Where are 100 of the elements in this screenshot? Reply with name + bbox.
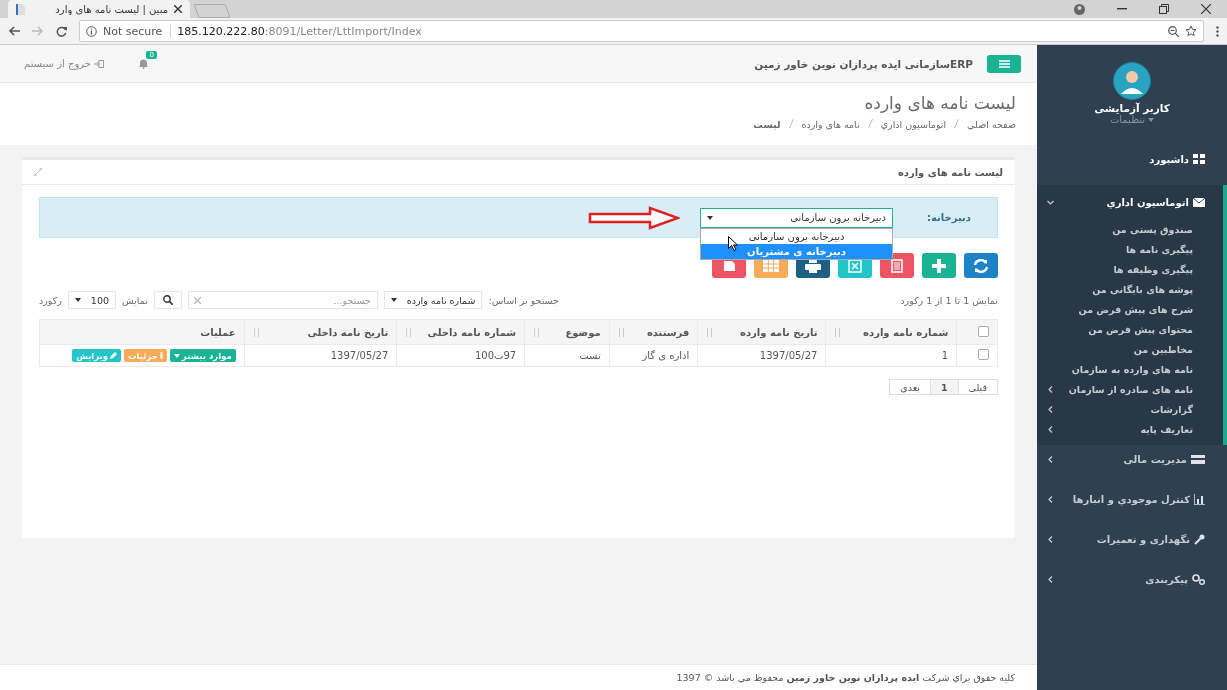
dropdown-option[interactable]: دبیرخانه برون سازمانی [701, 228, 892, 244]
plus-icon [932, 258, 946, 273]
back-icon[interactable] [8, 26, 20, 36]
reload-icon[interactable] [56, 25, 67, 37]
chevron-icon [1047, 198, 1054, 206]
sidebar-item[interactable]: اتوماسيون اداري [1037, 185, 1223, 219]
records-label: رکورد [39, 294, 62, 306]
minimize-icon[interactable] [1117, 8, 1127, 10]
sort-icon [405, 327, 413, 337]
tab-title: مبین | لیست نامه های وارد [54, 3, 168, 15]
page-icon [16, 3, 25, 15]
sidebar-subitem[interactable]: پیگیری وظیفه ها [1037, 259, 1223, 279]
column-header[interactable]: موضوع [565, 326, 601, 338]
account-icon[interactable] [1074, 3, 1085, 15]
panel-title: لیست نامه های وارده [897, 166, 1003, 178]
refresh-button[interactable] [964, 253, 998, 278]
page-size-select[interactable]: 100 [67, 291, 116, 309]
arrow-icon [588, 205, 680, 230]
sidebar-item[interactable]: مدیریت مالی [1037, 445, 1227, 473]
table-cell: تست [524, 344, 610, 367]
address-bar[interactable]: Not secure 185.120.222.80:8091/Letter/LttImport/Index [79, 20, 1204, 42]
breadcrumb[interactable]: نامه های وارده [801, 119, 860, 130]
sidebar-subitem[interactable]: شرح های پیش فرض من [1037, 299, 1223, 319]
page-title: لیست نامه های وارده [863, 93, 1016, 113]
menu-button[interactable] [987, 54, 1021, 73]
records-info: نمایش 1 تا 1 از 1 رکورد [900, 294, 998, 306]
sidebar-subitem[interactable]: تعاریف پایه [1037, 419, 1223, 439]
card-icon [1191, 454, 1205, 464]
chevron-icon [1047, 455, 1054, 463]
chevron-icon [1047, 405, 1054, 413]
grid-icon [1193, 154, 1205, 164]
checkbox[interactable] [978, 325, 989, 337]
chevron-icon [1047, 575, 1054, 583]
settings-menu[interactable]: تنظیمات [1109, 114, 1155, 125]
envelope-icon [1193, 197, 1205, 207]
sidebar-subitem[interactable]: نامه های صادره از سازمان [1037, 379, 1223, 399]
breadcrumb[interactable]: صفحه اصلي [967, 119, 1016, 130]
pagination-button[interactable]: 1 [929, 379, 959, 395]
separator-icon [867, 119, 873, 128]
separator-icon [788, 119, 794, 128]
chevron-icon [1047, 425, 1054, 433]
star-icon[interactable] [1185, 25, 1197, 37]
chevron-icon [1047, 535, 1054, 543]
column-header[interactable]: عملیات [200, 326, 236, 338]
sidebar-item[interactable]: پیکربندی [1037, 565, 1227, 593]
breadcrumb: لیست [753, 119, 781, 130]
sidebar-item[interactable]: نگهداری و تعمیرات [1037, 525, 1227, 553]
pagination-button[interactable]: قبلی [957, 379, 998, 395]
pagination-button[interactable]: بعدی [889, 379, 931, 395]
zoom-out-icon[interactable] [1168, 25, 1179, 37]
sidebar-subitem[interactable]: پوشه های بایگانی من [1037, 279, 1223, 299]
info-icon [86, 25, 97, 37]
browser-tab[interactable]: مبین | لیست نامه های وارد [8, 0, 190, 18]
sign-out-icon [93, 59, 104, 68]
table-cell: 97ت100 [396, 344, 525, 367]
restore-icon[interactable] [1159, 4, 1169, 14]
search-by-label: جستجو بر اساس: [488, 294, 559, 306]
info-icon [159, 352, 163, 359]
refresh-icon [973, 258, 989, 273]
user-name: کاربر آزمایشی [1094, 102, 1170, 114]
gears-icon [1192, 573, 1205, 585]
sidebar-subitem[interactable]: صندوق پستی من [1037, 219, 1223, 239]
wrench-icon [1194, 533, 1205, 545]
show-label: نمایش [122, 294, 148, 306]
caret-icon [173, 353, 180, 358]
search-button[interactable] [153, 291, 182, 309]
copyright-text: کلیه حقوق براي شرکت ایده پردازان نوین خاور زمین محفوظ مي باشد © 1397 [676, 672, 1015, 683]
chevron-icon [1047, 495, 1054, 503]
sidebar-subitem[interactable]: محتوای پیش فرض من [1037, 319, 1223, 339]
chevron-icon [1047, 385, 1054, 393]
chart-icon [1194, 493, 1205, 505]
sidebar-item[interactable]: داشبورد [1037, 145, 1227, 173]
breadcrumb[interactable]: اتوماسيون اداري [880, 119, 947, 130]
pencil-icon [110, 352, 118, 359]
search-field-select[interactable]: شماره نامه وارده [383, 291, 483, 309]
sidebar-subitem[interactable]: پیگیری نامه ها [1037, 239, 1223, 259]
sort-icon [617, 327, 625, 337]
search-icon [162, 295, 173, 305]
brand-title: ERPسازمانی ایده پردازان نوین خاور زمین [754, 57, 973, 70]
sidebar-item[interactable]: کنترل موجودي و انبارها [1037, 485, 1227, 513]
more-icon[interactable] [1216, 25, 1219, 37]
add-button[interactable] [922, 253, 956, 278]
sidebar-subitem[interactable]: مخاطبین من [1037, 339, 1223, 359]
caret-icon [707, 215, 713, 220]
sidebar-subitem[interactable]: گزارشات [1037, 399, 1223, 419]
sort-icon [533, 327, 541, 337]
table-cell: 1397/05/27 [697, 344, 826, 367]
url-text: 185.120.222.80:8091/Letter/LttImport/Index [177, 24, 422, 38]
separator-icon [954, 119, 960, 128]
close-icon[interactable] [1201, 4, 1211, 14]
close-icon[interactable] [174, 5, 182, 13]
sort-icon [834, 327, 842, 337]
caret-icon [1148, 117, 1155, 122]
bell-icon[interactable] [137, 58, 149, 69]
table-cell: 1397/05/27 [244, 344, 397, 367]
checkbox[interactable] [978, 349, 989, 360]
security-label: Not secure [103, 24, 172, 38]
search-field[interactable]: جستجو... [187, 291, 378, 309]
sidebar-subitem[interactable]: نامه های وارده به سازمان [1037, 359, 1223, 379]
secretariat-select[interactable]: دبیرخانه برون سازمانی [700, 207, 893, 228]
